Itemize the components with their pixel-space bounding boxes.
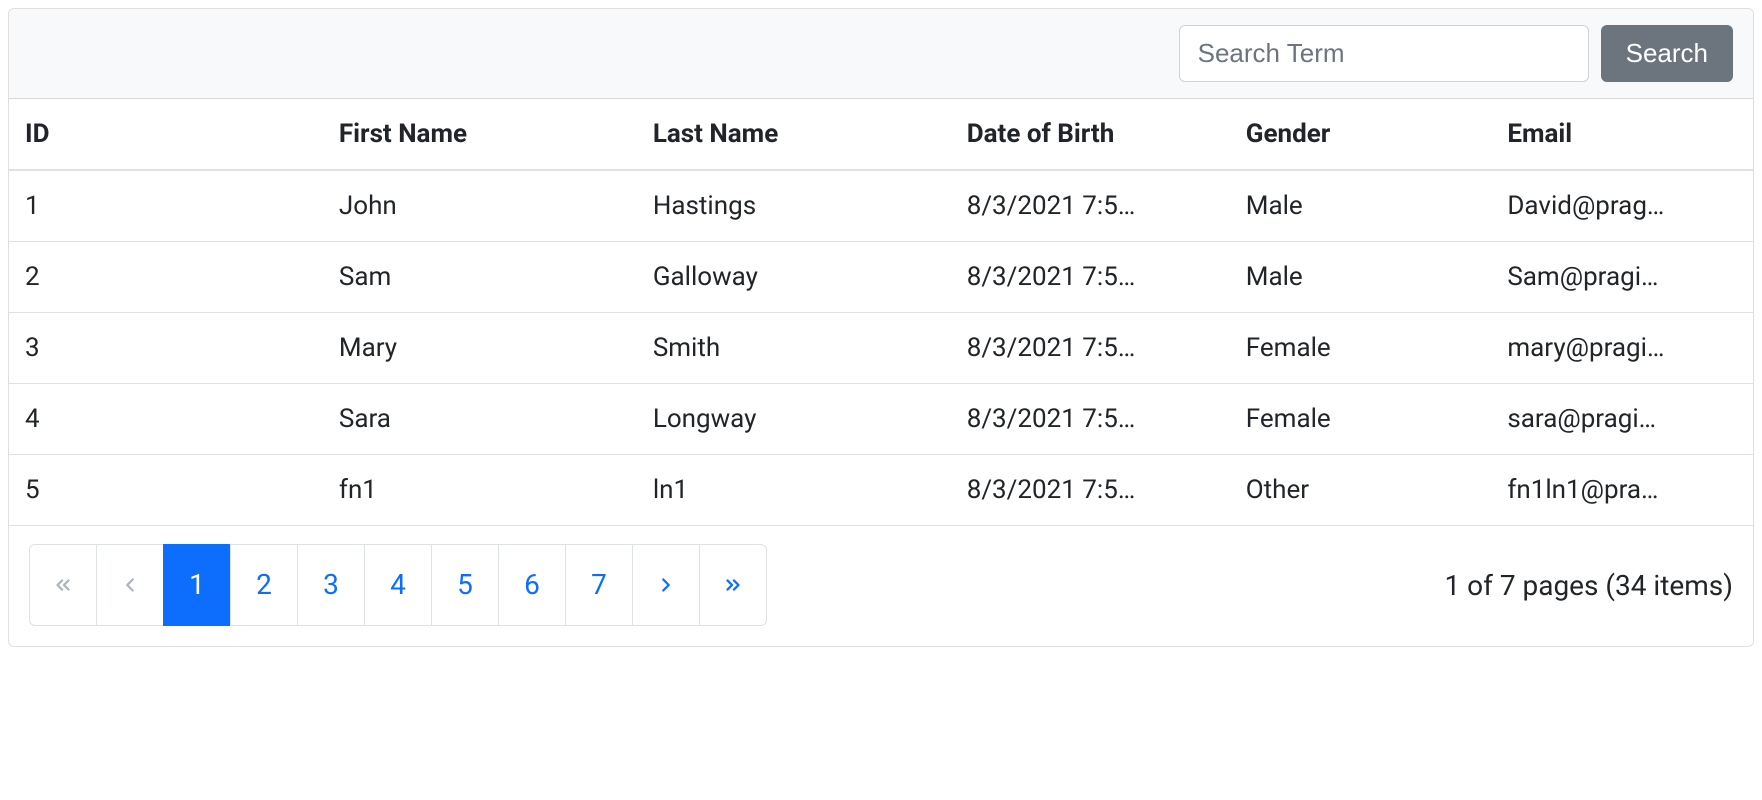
page-number-button[interactable]: 7 <box>565 544 633 626</box>
employee-table: ID First Name Last Name Date of Birth Ge… <box>9 99 1753 525</box>
chevron-double-right-icon <box>722 574 744 596</box>
column-header-last-name[interactable]: Last Name <box>637 99 951 170</box>
column-header-gender[interactable]: Gender <box>1230 99 1492 170</box>
page-number-button[interactable]: 2 <box>230 544 298 626</box>
page-number-button[interactable]: 5 <box>431 544 499 626</box>
column-header-dob[interactable]: Date of Birth <box>951 99 1230 170</box>
cell-email: David@prag… <box>1491 170 1753 242</box>
cell-last-name: Longway <box>637 384 951 455</box>
cell-gender: Male <box>1230 170 1492 242</box>
card-header: Search <box>9 9 1753 99</box>
table-row[interactable]: 5 fn1 ln1 8/3/2021 7:5… Other fn1ln1@pra… <box>9 455 1753 526</box>
cell-email: Sam@pragi… <box>1491 242 1753 313</box>
cell-dob: 8/3/2021 7:5… <box>951 313 1230 384</box>
chevron-right-icon <box>655 574 677 596</box>
cell-dob: 8/3/2021 7:5… <box>951 455 1230 526</box>
page-next-button[interactable] <box>632 544 700 626</box>
data-card: Search ID First Name Last Name Date of B… <box>8 8 1754 647</box>
search-input[interactable] <box>1179 25 1589 82</box>
cell-email: fn1ln1@pra… <box>1491 455 1753 526</box>
table-row[interactable]: 2 Sam Galloway 8/3/2021 7:5… Male Sam@pr… <box>9 242 1753 313</box>
column-header-id[interactable]: ID <box>9 99 323 170</box>
chevron-double-left-icon <box>52 574 74 596</box>
card-footer: 1 2 3 4 5 6 7 1 of 7 <box>9 525 1753 646</box>
page-last-button[interactable] <box>699 544 767 626</box>
table-row[interactable]: 3 Mary Smith 8/3/2021 7:5… Female mary@p… <box>9 313 1753 384</box>
cell-first-name: Sam <box>323 242 637 313</box>
pagination: 1 2 3 4 5 6 7 <box>29 544 767 626</box>
cell-first-name: Sara <box>323 384 637 455</box>
page-first-button[interactable] <box>29 544 97 626</box>
cell-id: 3 <box>9 313 323 384</box>
table-header-row: ID First Name Last Name Date of Birth Ge… <box>9 99 1753 170</box>
cell-last-name: ln1 <box>637 455 951 526</box>
cell-id: 4 <box>9 384 323 455</box>
page-number-button[interactable]: 1 <box>163 544 231 626</box>
cell-id: 5 <box>9 455 323 526</box>
cell-gender: Female <box>1230 384 1492 455</box>
cell-first-name: fn1 <box>323 455 637 526</box>
page-number-button[interactable]: 4 <box>364 544 432 626</box>
cell-email: mary@pragi… <box>1491 313 1753 384</box>
cell-last-name: Smith <box>637 313 951 384</box>
table-row[interactable]: 4 Sara Longway 8/3/2021 7:5… Female sara… <box>9 384 1753 455</box>
column-header-email[interactable]: Email <box>1491 99 1753 170</box>
cell-last-name: Hastings <box>637 170 951 242</box>
cell-gender: Female <box>1230 313 1492 384</box>
chevron-left-icon <box>119 574 141 596</box>
pagination-info: 1 of 7 pages (34 items) <box>1444 569 1733 602</box>
cell-id: 1 <box>9 170 323 242</box>
cell-gender: Male <box>1230 242 1492 313</box>
column-header-first-name[interactable]: First Name <box>323 99 637 170</box>
cell-first-name: John <box>323 170 637 242</box>
search-button[interactable]: Search <box>1601 25 1733 82</box>
cell-dob: 8/3/2021 7:5… <box>951 242 1230 313</box>
cell-gender: Other <box>1230 455 1492 526</box>
cell-email: sara@pragi… <box>1491 384 1753 455</box>
page-number-button[interactable]: 6 <box>498 544 566 626</box>
cell-id: 2 <box>9 242 323 313</box>
cell-dob: 8/3/2021 7:5… <box>951 170 1230 242</box>
table-row[interactable]: 1 John Hastings 8/3/2021 7:5… Male David… <box>9 170 1753 242</box>
cell-last-name: Galloway <box>637 242 951 313</box>
page-prev-button[interactable] <box>96 544 164 626</box>
cell-dob: 8/3/2021 7:5… <box>951 384 1230 455</box>
page-number-button[interactable]: 3 <box>297 544 365 626</box>
cell-first-name: Mary <box>323 313 637 384</box>
